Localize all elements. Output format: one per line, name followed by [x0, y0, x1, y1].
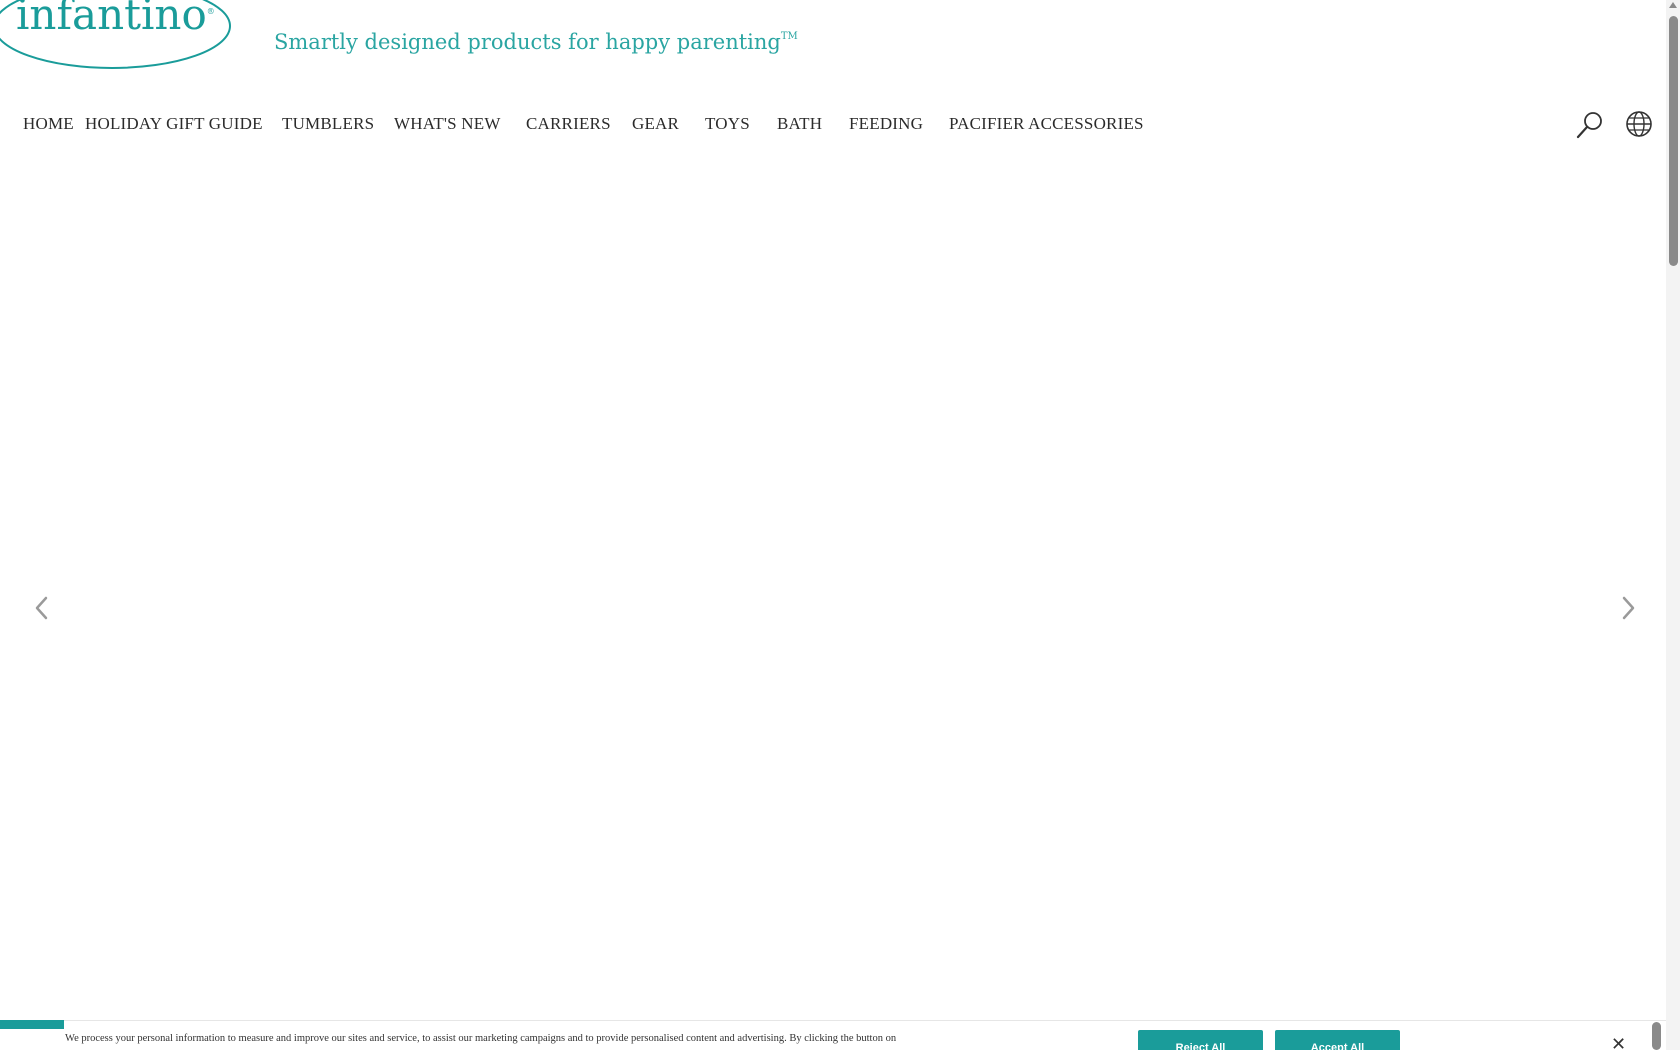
chevron-right-icon[interactable] [1616, 592, 1640, 624]
accept-all-button[interactable]: Accept All [1275, 1030, 1400, 1050]
nav-item-home[interactable]: HOME [23, 114, 74, 134]
close-icon[interactable]: ✕ [1611, 1036, 1626, 1050]
nav-item-tumblers[interactable]: TUMBLERS [282, 114, 374, 134]
infantino-logo[interactable]: infantino® [0, 0, 236, 72]
nav-item-pacifier-accessories[interactable]: PACIFIER ACCESSORIES [949, 114, 1144, 134]
page: infantino® Smartly designed products for… [0, 0, 1680, 1050]
nav-item-carriers[interactable]: CARRIERS [526, 114, 611, 134]
search-icon[interactable] [1575, 110, 1605, 140]
scrollbar-thumb[interactable] [1669, 16, 1678, 266]
chevron-left-icon[interactable] [30, 592, 54, 624]
nav-item-gear[interactable]: GEAR [632, 114, 679, 134]
tagline-text: Smartly designed products for happy pare… [274, 30, 781, 54]
cookie-banner-scrollbar[interactable] [1652, 1022, 1661, 1050]
main-nav: HOME HOLIDAY GIFT GUIDE TUMBLERS WHAT'S … [0, 114, 1200, 136]
logo-registered-mark: ® [206, 7, 215, 16]
logo-text: infantino [16, 0, 207, 39]
tagline-trademark: TM [780, 31, 798, 42]
nav-item-toys[interactable]: TOYS [705, 114, 750, 134]
cookie-banner-accent [0, 1020, 64, 1029]
nav-item-bath[interactable]: BATH [777, 114, 822, 134]
nav-item-holiday-gift-guide[interactable]: HOLIDAY GIFT GUIDE [85, 114, 263, 134]
nav-item-whats-new[interactable]: WHAT'S NEW [394, 114, 501, 134]
scroll-up-arrow-icon[interactable] [1669, 2, 1677, 8]
globe-icon[interactable] [1624, 110, 1654, 140]
tagline: Smartly designed products for happy pare… [274, 30, 798, 54]
reject-all-button[interactable]: Reject All [1138, 1030, 1263, 1050]
logo-wordmark: infantino® [16, 0, 215, 39]
nav-item-feeding[interactable]: FEEDING [849, 114, 923, 134]
cookie-banner-text: We process your personal information to … [65, 1033, 897, 1044]
page-scrollbar[interactable] [1666, 0, 1680, 1050]
